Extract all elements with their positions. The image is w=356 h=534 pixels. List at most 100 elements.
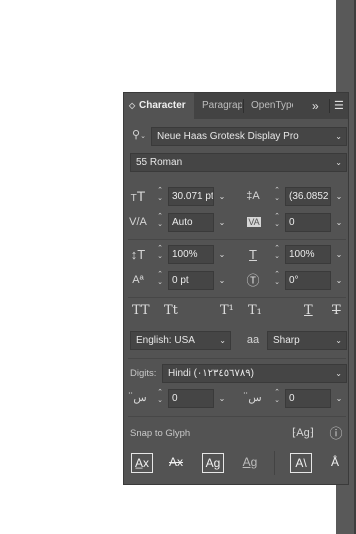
tab-divider xyxy=(243,99,244,113)
chevron-down-icon: ⌄ xyxy=(335,336,342,345)
divider xyxy=(128,358,346,359)
anti-alias-icon: aa xyxy=(246,334,260,346)
leading-input[interactable]: (36.0852 xyxy=(285,187,331,206)
diacritic-x-value: 0 xyxy=(172,393,178,404)
baseline-shift-icon: Aª xyxy=(132,274,144,286)
kerning-dropdown-arrow[interactable]: ⌄ xyxy=(215,213,229,232)
baseline-shift-value: 0 pt xyxy=(172,275,189,286)
baseline-shift-stepper[interactable]: ⌃ ⌄ xyxy=(155,271,165,290)
baseline-shift-dropdown-arrow[interactable]: ⌄ xyxy=(215,271,229,290)
arabic-diacritic-y-icon: س̈ xyxy=(248,392,262,404)
anti-alias-dropdown[interactable]: Sharp ⌄ xyxy=(267,331,347,350)
underline-button[interactable]: T xyxy=(304,303,313,318)
digits-dropdown[interactable]: Hindi (٠١٢٣٤٥٦٧٨٩) ⌄ xyxy=(162,364,347,383)
tracking-stepper[interactable]: ⌃ ⌄ xyxy=(272,213,282,232)
diacritic-x-dropdown-arrow[interactable]: ⌄ xyxy=(215,389,229,408)
language-dropdown[interactable]: English: USA ⌄ xyxy=(130,331,231,350)
chevron-down-icon: ⌄ xyxy=(335,132,342,141)
kerning-icon: V/A xyxy=(129,216,147,228)
horizontal-scale-stepper[interactable]: ⌃ ⌄ xyxy=(272,245,282,264)
leading-stepper[interactable]: ⌃ ⌄ xyxy=(272,187,282,206)
anti-alias-value: Sharp xyxy=(273,335,300,346)
snap-glyph-bounds-button[interactable]: Ag xyxy=(202,453,224,473)
tab-character[interactable]: ◇ Character xyxy=(124,93,194,119)
rotation-stepper[interactable]: ⌃ ⌄ xyxy=(272,271,282,290)
snap-x-height-button[interactable]: Ax xyxy=(165,453,187,473)
digits-value: Hindi (٠١٢٣٤٥٦٧٨٩) xyxy=(168,368,254,379)
horizontal-scale-dropdown-arrow[interactable]: ⌄ xyxy=(332,245,346,264)
panel-menu-button[interactable]: ☰ xyxy=(334,93,348,119)
font-size-dropdown-arrow[interactable]: ⌄ xyxy=(215,187,229,206)
kerning-stepper[interactable]: ⌃ ⌄ xyxy=(155,213,165,232)
snap-anchor-point-button[interactable]: Å xyxy=(324,453,346,473)
kerning-input[interactable]: Auto xyxy=(168,213,214,232)
character-rotation-icon: Ⓣ xyxy=(246,273,260,288)
vertical-scale-stepper[interactable]: ⌃ ⌄ xyxy=(155,245,165,264)
diacritic-y-dropdown-arrow[interactable]: ⌄ xyxy=(332,389,346,408)
panel-tab-bar: ◇ Character Paragraph OpenType » ☰ xyxy=(124,93,348,119)
font-size-value: 30.071 pt xyxy=(172,191,214,202)
diacritic-y-stepper[interactable]: ⌃ ⌄ xyxy=(272,389,282,408)
snap-angular-guides-button[interactable]: A\ xyxy=(290,453,312,473)
diacritic-y-input[interactable]: 0 xyxy=(285,389,331,408)
divider xyxy=(274,451,275,475)
chevron-down-icon: ⌄ xyxy=(335,369,342,378)
underline-icon: T xyxy=(304,303,313,318)
panel-overflow-button[interactable]: » xyxy=(312,93,326,119)
horizontal-scale-input[interactable]: 100% xyxy=(285,245,331,264)
subscript-button[interactable]: T₁ xyxy=(248,303,262,318)
snap-proximity-button[interactable]: Ag xyxy=(239,453,261,473)
vertical-scale-input[interactable]: 100% xyxy=(168,245,214,264)
font-style-value: 55 Roman xyxy=(136,157,183,168)
all-caps-icon: TT xyxy=(132,303,150,318)
tracking-icon: VA xyxy=(247,217,261,227)
character-panel: ◇ Character Paragraph OpenType » ☰ ⚲⌄ Ne… xyxy=(123,92,349,485)
snap-to-glyph-label: Snap to Glyph xyxy=(130,428,191,439)
leading-value: (36.0852 xyxy=(289,191,329,202)
small-caps-button[interactable]: Tt xyxy=(164,303,178,318)
tab-opentype-label: OpenType xyxy=(251,100,293,111)
vertical-scale-value: 100% xyxy=(172,249,198,260)
tracking-value: 0 xyxy=(289,217,295,228)
tab-paragraph[interactable]: Paragraph xyxy=(196,93,242,119)
kerning-value: Auto xyxy=(172,217,193,228)
font-style-dropdown[interactable]: 55 Roman ⌄ xyxy=(130,153,347,172)
tracking-dropdown-arrow[interactable]: ⌄ xyxy=(332,213,346,232)
digits-label: Digits: xyxy=(130,368,157,379)
tab-divider xyxy=(329,99,330,113)
tab-paragraph-label: Paragraph xyxy=(202,100,242,111)
diacritic-x-input[interactable]: 0 xyxy=(168,389,214,408)
font-family-value: Neue Haas Grotesk Display Pro xyxy=(157,131,299,142)
font-family-dropdown[interactable]: Neue Haas Grotesk Display Pro ⌄ xyxy=(151,127,347,146)
rotation-input[interactable]: 0° xyxy=(285,271,331,290)
vertical-scale-dropdown-arrow[interactable]: ⌄ xyxy=(215,245,229,264)
strikethrough-button[interactable]: T xyxy=(332,303,341,318)
chevron-down-icon: ⌄ xyxy=(335,158,342,167)
superscript-button[interactable]: T¹ xyxy=(220,303,234,318)
arabic-diacritic-x-icon: س̈ xyxy=(133,392,147,404)
font-size-icon: TT xyxy=(130,188,146,204)
all-caps-button[interactable]: TT xyxy=(132,303,150,318)
small-caps-icon: Tt xyxy=(164,303,178,318)
search-icon[interactable]: ⚲⌄ xyxy=(130,126,148,146)
leading-icon: ‡A xyxy=(246,190,260,202)
hamburger-menu-icon: ☰ xyxy=(334,100,344,112)
tab-opentype[interactable]: OpenType xyxy=(245,93,293,119)
rotation-dropdown-arrow[interactable]: ⌄ xyxy=(332,271,346,290)
chevron-down-icon: ⌄ xyxy=(219,336,226,345)
baseline-shift-input[interactable]: 0 pt xyxy=(168,271,214,290)
divider xyxy=(128,416,346,417)
diacritic-y-value: 0 xyxy=(289,393,295,404)
tab-character-label: Character xyxy=(139,100,186,111)
font-size-input[interactable]: 30.071 pt xyxy=(168,187,214,206)
diacritic-x-stepper[interactable]: ⌃ ⌄ xyxy=(155,389,165,408)
tracking-input[interactable]: 0 xyxy=(285,213,331,232)
rotation-value: 0° xyxy=(289,275,299,286)
glyph-guides-icon[interactable]: ⁅Ag⁆ xyxy=(292,424,314,443)
info-icon[interactable]: ⓘ xyxy=(328,424,344,443)
language-value: English: USA xyxy=(136,335,195,346)
superscript-icon: T¹ xyxy=(220,303,234,318)
leading-dropdown-arrow[interactable]: ⌄ xyxy=(332,187,346,206)
snap-baseline-button[interactable]: A̲x xyxy=(131,453,153,473)
font-size-stepper[interactable]: ⌃ ⌄ xyxy=(155,187,165,206)
